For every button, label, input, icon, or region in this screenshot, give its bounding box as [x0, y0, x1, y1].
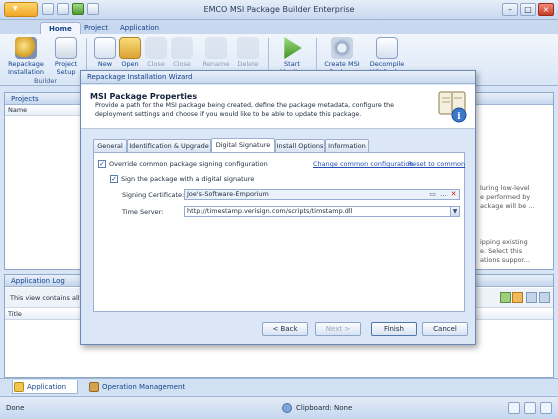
browse-icon[interactable]: …	[439, 190, 448, 199]
close-all-button[interactable]: Close	[166, 36, 198, 68]
digital-signature-panel: ✓ Override common package signing config…	[93, 152, 465, 312]
create-msi-icon	[331, 37, 353, 59]
status-layout-icon[interactable]	[524, 402, 536, 414]
clear-icon[interactable]: ✕	[449, 190, 458, 199]
log-icon	[14, 382, 24, 392]
sign-package-label: Sign the package with a digital signatur…	[121, 175, 255, 183]
header-description: Provide a path for the MSI package being…	[95, 102, 395, 118]
status-info-icon[interactable]	[540, 402, 552, 414]
signing-certificate-label: Signing Certificate:	[122, 191, 185, 199]
tab-application[interactable]: Application	[112, 22, 167, 34]
ribbon-tabs: Home Project Application	[0, 20, 558, 34]
rename-icon	[205, 37, 227, 59]
group-label-builder: Builder	[34, 77, 57, 85]
rename-button[interactable]: Rename	[200, 36, 232, 68]
tab-install-options[interactable]: Install Options	[275, 139, 325, 152]
project-setup-icon	[55, 37, 77, 59]
override-signing-label: Override common package signing configur…	[109, 160, 268, 168]
tab-operation-management[interactable]: Operation Management	[88, 380, 188, 394]
repackage-installation-button[interactable]: Repackage Installation	[6, 36, 46, 76]
change-common-configuration-link[interactable]: Change common configuration	[313, 160, 413, 168]
close-window-button[interactable]: ×	[538, 3, 554, 16]
clipboard-status: Clipboard: None	[296, 404, 353, 412]
window-controls: – □ ×	[502, 3, 554, 16]
override-signing-checkbox[interactable]: ✓	[98, 160, 106, 168]
close-icon	[145, 37, 167, 59]
clipboard-icon	[282, 403, 292, 413]
dialog-header: MSI Package Properties Provide a path fo…	[81, 85, 475, 129]
certificate-store-icon[interactable]: ▭	[428, 190, 437, 199]
background-text: ations suppor...	[480, 256, 530, 264]
time-server-dropdown-icon[interactable]: ▼	[450, 207, 459, 216]
window-title: EMCO MSI Package Builder Enterprise	[203, 5, 355, 14]
log-export-icon[interactable]	[500, 292, 511, 303]
status-text: Done	[6, 404, 25, 412]
tab-general[interactable]: General	[93, 139, 127, 152]
title-bar: ▾ EMCO MSI Package Builder Enterprise – …	[0, 0, 558, 20]
play-icon	[284, 37, 302, 59]
new-icon	[94, 37, 116, 59]
close-all-icon	[171, 37, 193, 59]
tab-project[interactable]: Project	[76, 22, 116, 34]
header-title: MSI Package Properties	[90, 92, 198, 101]
next-button[interactable]: Next >	[315, 322, 361, 336]
decompile-icon	[376, 37, 398, 59]
background-text: ackage will be ...	[480, 202, 535, 210]
projects-name-column[interactable]: Name	[5, 105, 85, 116]
background-text: ipping existing	[480, 238, 528, 246]
time-server-field[interactable]: http://timestamp.verisign.com/scripts/ti…	[184, 206, 460, 217]
background-text: e performed by	[480, 193, 531, 201]
tab-digital-signature[interactable]: Digital Signature	[211, 138, 275, 152]
tab-home[interactable]: Home	[40, 22, 81, 34]
tab-application-log[interactable]: Application Log	[12, 380, 78, 405]
log-clear-icon[interactable]	[512, 292, 523, 303]
operations-icon	[89, 382, 99, 392]
open-folder-icon	[119, 37, 141, 59]
log-settings-icon[interactable]	[539, 292, 550, 303]
time-server-label: Time Server:	[122, 208, 164, 216]
background-text: e. Select this	[480, 247, 523, 255]
minimize-button[interactable]: –	[502, 3, 518, 16]
status-bar: Done Clipboard: None	[0, 396, 558, 419]
back-button[interactable]: < Back	[262, 322, 308, 336]
tab-identification-upgrade[interactable]: Identification & Upgrade	[127, 139, 211, 152]
book-info-icon: i	[438, 91, 467, 123]
delete-icon	[237, 37, 259, 59]
finish-button[interactable]: Finish	[371, 322, 417, 336]
reset-to-common-link[interactable]: Reset to common	[408, 160, 465, 168]
sign-package-checkbox[interactable]: ✓	[110, 175, 118, 183]
repackage-icon	[15, 37, 37, 59]
project-setup-button[interactable]: Project Setup	[50, 36, 82, 76]
repackage-wizard-dialog: Repackage Installation Wizard MSI Packag…	[80, 70, 476, 345]
delete-button[interactable]: Delete	[232, 36, 264, 68]
bottom-tabs: Application Log Operation Management	[0, 378, 558, 405]
status-view-icon[interactable]	[508, 402, 520, 414]
background-text: luring low-level	[480, 184, 530, 192]
svg-text:i: i	[457, 112, 461, 122]
dialog-title: Repackage Installation Wizard	[81, 71, 475, 84]
tab-information[interactable]: Information	[325, 139, 369, 152]
maximize-button[interactable]: □	[520, 3, 536, 16]
cancel-button[interactable]: Cancel	[422, 322, 468, 336]
log-info-text: This view contains all o	[10, 294, 86, 302]
signing-certificate-field[interactable]: Joe's-Software-Emporium ▭ … ✕	[184, 189, 460, 200]
log-filter-icon[interactable]	[526, 292, 537, 303]
status-icons	[508, 402, 552, 414]
